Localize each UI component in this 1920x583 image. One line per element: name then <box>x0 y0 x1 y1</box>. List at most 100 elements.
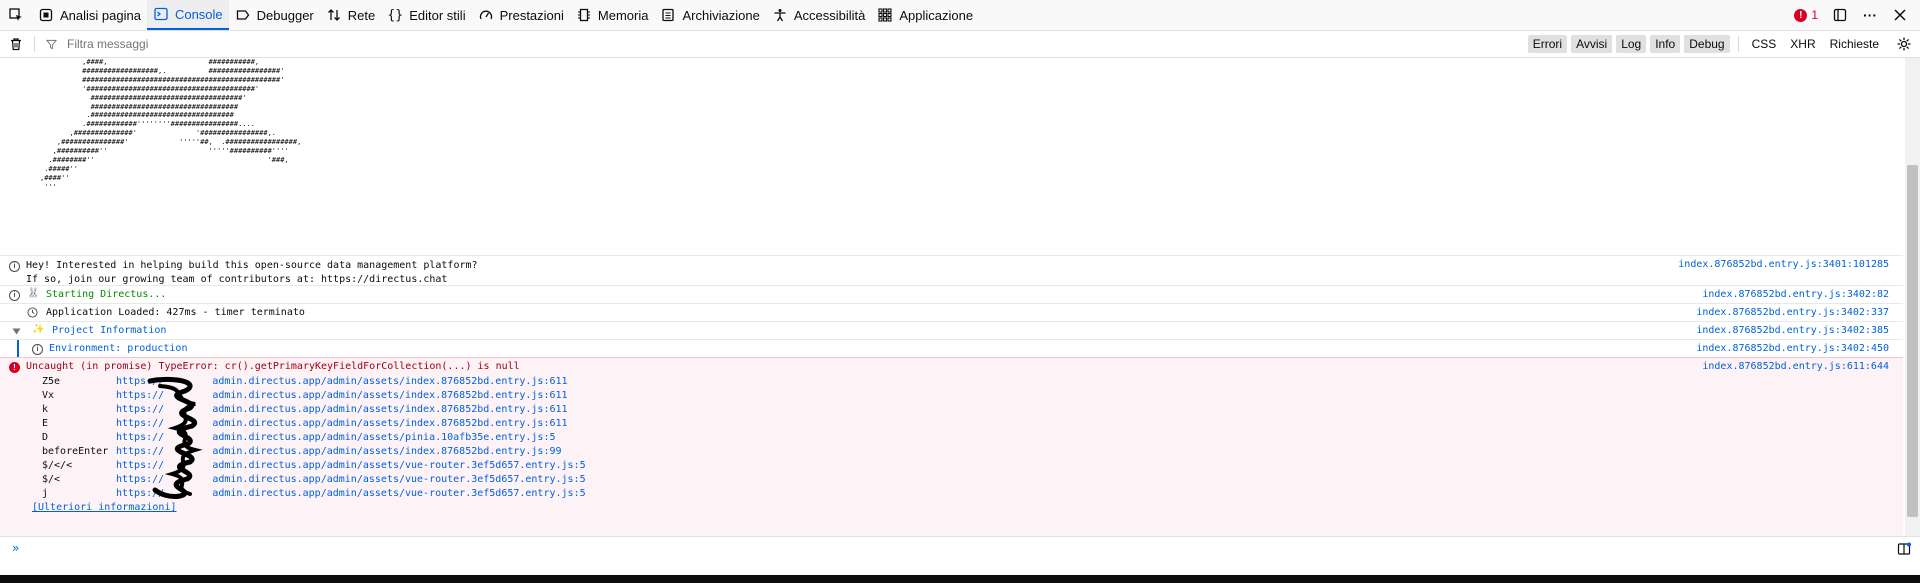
console-input-bar[interactable]: » <box>0 536 1920 561</box>
settings-gear-icon[interactable] <box>1896 36 1912 52</box>
more-info-link[interactable]: [Ulteriori informazioni] <box>32 502 177 513</box>
error-icon: ! <box>1794 8 1808 22</box>
stack-frame-function: $/</< <box>42 460 73 471</box>
console-icon <box>153 6 169 22</box>
filter-icon <box>43 36 59 52</box>
close-icon[interactable] <box>1892 7 1908 23</box>
message-text: Application Loaded: 427ms - timer termin… <box>46 307 305 318</box>
tab-accessibilita[interactable]: Accessibilità <box>766 0 872 30</box>
info-icon: i <box>32 344 43 355</box>
filter-errori-button[interactable]: Errori <box>1527 35 1568 53</box>
stack-frame-function: D <box>42 432 49 443</box>
trash-icon[interactable] <box>8 36 24 52</box>
redaction-scribble <box>147 376 203 499</box>
tab-prestazioni[interactable]: Prestazioni <box>472 0 570 30</box>
prompt-chevron-icon: » <box>12 541 20 555</box>
tab-applicazione[interactable]: Applicazione <box>871 0 979 30</box>
rocket-icon: ✨ <box>32 324 45 335</box>
tab-analisi-pagina[interactable]: Analisi pagina <box>32 0 147 30</box>
message-text: Hey! Interested in helping build this op… <box>26 260 478 285</box>
vertical-scrollbar[interactable] <box>1905 58 1920 536</box>
filter-css-button[interactable]: CSS <box>1747 35 1782 53</box>
info-icon: i <box>9 290 20 301</box>
tab-label: Console <box>174 6 223 22</box>
gauge-icon <box>478 7 494 23</box>
group-title: Project Information <box>52 325 167 336</box>
ascii-art-logo: ,####, ###########, ##################,.… <box>40 58 302 191</box>
error-icon: ! <box>9 362 20 373</box>
scrollbar-thumb[interactable] <box>1907 165 1918 517</box>
console-error-message: ! Uncaught (in promise) TypeError: cr().… <box>0 357 1903 492</box>
chevron-down-icon[interactable] <box>12 327 21 338</box>
console-error-continuation: j https:// admin.directus.app/admin/asse… <box>0 488 1903 536</box>
console-output: ,####, ###########, ##################,.… <box>0 58 1903 536</box>
filter-messages-input[interactable] <box>65 36 469 52</box>
tab-label: Rete <box>347 7 376 23</box>
console-group-header[interactable]: ✨ Project Information index.876852bd.ent… <box>0 321 1903 339</box>
tab-label: Accessibilità <box>793 7 866 23</box>
directus-rabbit-icon: 🐰 <box>27 288 40 299</box>
devtools-toolbar: Analisi pagina Console Debugger Rete {} … <box>0 0 1920 31</box>
accessibility-icon <box>772 7 788 23</box>
taskbar-strip <box>0 575 1920 583</box>
filter-log-button[interactable]: Log <box>1616 35 1647 53</box>
source-location-link[interactable]: index.876852bd.entry.js:3402:82 <box>1702 289 1889 300</box>
tab-archiviazione[interactable]: Archiviazione <box>654 0 765 30</box>
tab-label: Prestazioni <box>499 7 564 23</box>
memory-icon <box>576 7 592 23</box>
filter-avvisi-button[interactable]: Avvisi <box>1571 35 1613 53</box>
source-location-link[interactable]: index.876852bd.entry.js:3402:337 <box>1696 307 1889 318</box>
more-options-icon[interactable]: ··· <box>1862 7 1878 23</box>
error-text: Uncaught (in promise) TypeError: cr().ge… <box>26 361 520 372</box>
tab-console[interactable]: Console <box>146 0 229 30</box>
message-text: Starting Directus... <box>46 289 167 300</box>
filter-info-button[interactable]: Info <box>1650 35 1681 53</box>
tab-editor-stili[interactable]: {} Editor stili <box>381 0 471 30</box>
filter-xhr-button[interactable]: XHR <box>1785 35 1820 53</box>
stack-frame-function: Z5e <box>42 376 61 387</box>
console-message: Application Loaded: 427ms - timer termin… <box>0 303 1903 321</box>
filter-richieste-button[interactable]: Richieste <box>1825 35 1884 53</box>
stack-frame-function: $/< <box>42 474 61 485</box>
source-location-link[interactable]: index.876852bd.entry.js:3401:101285 <box>1678 259 1889 270</box>
source-location-link[interactable]: index.876852bd.entry.js:611:644 <box>1702 361 1889 372</box>
braces-icon: {} <box>387 7 404 23</box>
tab-memoria[interactable]: Memoria <box>570 0 655 30</box>
stack-frame-function: j <box>42 488 49 499</box>
debugger-icon <box>235 7 251 23</box>
tab-label: Editor stili <box>409 7 466 23</box>
tab-label: Debugger <box>256 7 314 23</box>
inspector-icon <box>38 7 54 23</box>
message-text: Environment: production <box>49 343 188 354</box>
picker-icon <box>8 7 24 23</box>
network-icon <box>326 7 342 23</box>
stack-frame-function: beforeEnter <box>42 446 109 457</box>
clock-icon <box>27 307 38 321</box>
dock-toggle-icon[interactable] <box>1832 7 1848 23</box>
tab-label: Archiviazione <box>682 7 760 23</box>
stack-frame-function: k <box>42 404 49 415</box>
console-message: i Hey! Interested in helping build this … <box>0 255 1903 285</box>
stack-frame-function: Vx <box>42 390 55 401</box>
console-message: i 🐰 Starting Directus... index.876852bd.… <box>0 285 1903 303</box>
tab-rete[interactable]: Rete <box>320 0 381 30</box>
error-count: 1 <box>1811 8 1818 22</box>
group-indent-bar <box>17 340 19 358</box>
console-filter-bar: Errori Avvisi Log Info Debug CSS XHR Ric… <box>0 31 1920 58</box>
error-count-badge[interactable]: ! 1 <box>1794 8 1818 22</box>
editor-mode-icon[interactable] <box>1896 541 1912 557</box>
source-location-link[interactable]: index.876852bd.entry.js:3402:450 <box>1696 343 1889 354</box>
source-location-link[interactable]: index.876852bd.entry.js:3402:385 <box>1696 325 1889 336</box>
filter-debug-button[interactable]: Debug <box>1684 35 1730 53</box>
element-picker-button[interactable] <box>0 0 32 30</box>
tab-label: Analisi pagina <box>60 7 141 23</box>
storage-icon <box>660 7 676 23</box>
divider <box>1737 36 1739 52</box>
tab-label: Memoria <box>597 7 649 23</box>
info-icon: i <box>9 261 20 272</box>
stack-frame-function: E <box>42 418 49 429</box>
console-message: i Environment: production index.876852bd… <box>0 339 1903 358</box>
tab-debugger[interactable]: Debugger <box>229 0 320 30</box>
grid-icon <box>877 7 893 23</box>
tab-label: Applicazione <box>899 7 974 23</box>
